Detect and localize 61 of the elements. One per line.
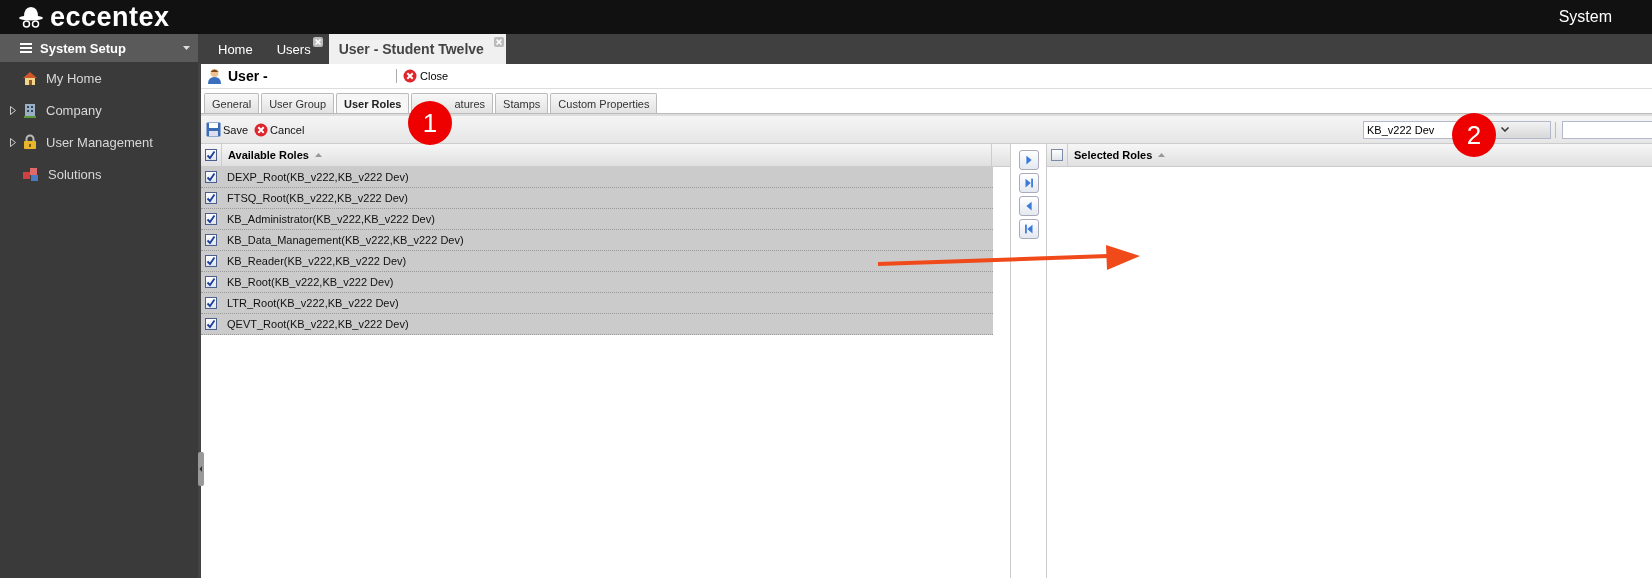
close-icon — [403, 69, 417, 83]
role-cell-text: DEXP_Root(KB_v222,KB_v222 Dev) — [226, 171, 409, 183]
column-header[interactable]: Available Roles — [222, 149, 322, 161]
document-tab[interactable]: Home — [208, 34, 267, 64]
checkbox[interactable] — [205, 318, 217, 330]
blocks-icon — [22, 166, 40, 182]
role-cell-text: FTSQ_Root(KB_v222,KB_v222 Dev) — [226, 192, 408, 204]
expand-arrow-icon[interactable] — [10, 105, 16, 115]
role-cell-text: KB_Data_Management(KB_v222,KB_v222 Dev) — [226, 234, 464, 246]
move-right-button[interactable] — [1018, 150, 1039, 170]
caret-icon — [1501, 127, 1510, 132]
expand-arrow-icon[interactable] — [10, 137, 16, 147]
form-title: User - — [228, 68, 269, 84]
tab[interactable]: Custom Properties — [550, 93, 658, 113]
checkbox[interactable] — [205, 171, 217, 183]
sidebar-item[interactable]: Solutions — [0, 158, 198, 190]
role-cell-text: QEVT_Root(KB_v222,KB_v222 Dev) — [226, 318, 409, 330]
cancel-button[interactable]: Cancel — [254, 122, 305, 137]
section-title: System — [1558, 8, 1612, 26]
document-tab[interactable]: Users — [266, 34, 325, 64]
house-icon — [22, 70, 38, 86]
move-all-left-button[interactable] — [1018, 219, 1039, 239]
sort-arrow-icon — [314, 153, 322, 157]
tab[interactable]: Stamps — [495, 93, 549, 113]
tab[interactable]: User Roles — [336, 93, 410, 113]
save-button[interactable]: Save — [206, 122, 249, 137]
checkbox[interactable] — [205, 192, 217, 204]
close-icon[interactable] — [312, 37, 323, 47]
move-left-button[interactable] — [1018, 196, 1039, 216]
column-header[interactable]: Selected Roles — [1068, 149, 1166, 161]
cancel-icon — [254, 122, 269, 137]
sidebar-item[interactable]: Company — [0, 94, 198, 126]
menu-icon — [20, 43, 32, 53]
checkbox[interactable] — [205, 297, 217, 309]
checkbox[interactable] — [205, 276, 217, 288]
hat-logo-icon — [18, 5, 44, 29]
app-logo-text: eccentex — [50, 1, 170, 34]
tab[interactable]: User Group — [261, 93, 334, 113]
checkbox[interactable] — [1051, 149, 1063, 161]
checkbox[interactable] — [205, 234, 217, 246]
document-tab[interactable]: User - Student Twelve — [328, 34, 506, 64]
user-icon — [207, 68, 222, 84]
sort-arrow-icon — [1158, 153, 1166, 157]
role-cell-text: LTR_Root(KB_v222,KB_v222 Dev) — [226, 297, 399, 309]
padlock-icon — [22, 134, 38, 150]
role-cell-text: KB_Administrator(KB_v222,KB_v222 Dev) — [226, 213, 435, 225]
role-cell-text: KB_Reader(KB_v222,KB_v222 Dev) — [226, 255, 407, 267]
sidebar-item[interactable]: My Home — [0, 62, 198, 94]
tab[interactable]: General — [204, 93, 260, 113]
collapse-handle[interactable] — [198, 452, 204, 486]
building-icon — [22, 102, 38, 118]
checkbox[interactable] — [205, 255, 217, 267]
close-button[interactable]: Close — [403, 69, 449, 83]
checkbox[interactable] — [205, 149, 217, 161]
move-all-right-button[interactable] — [1018, 173, 1039, 193]
caret-icon — [183, 46, 190, 50]
search-field[interactable] — [1562, 120, 1652, 139]
role-cell-text: KB_Root(KB_v222,KB_v222 Dev) — [226, 276, 394, 288]
checkbox[interactable] — [205, 213, 217, 225]
sidebar-item[interactable]: User Management — [0, 126, 198, 158]
sidebar-header[interactable]: System Setup — [0, 34, 198, 62]
